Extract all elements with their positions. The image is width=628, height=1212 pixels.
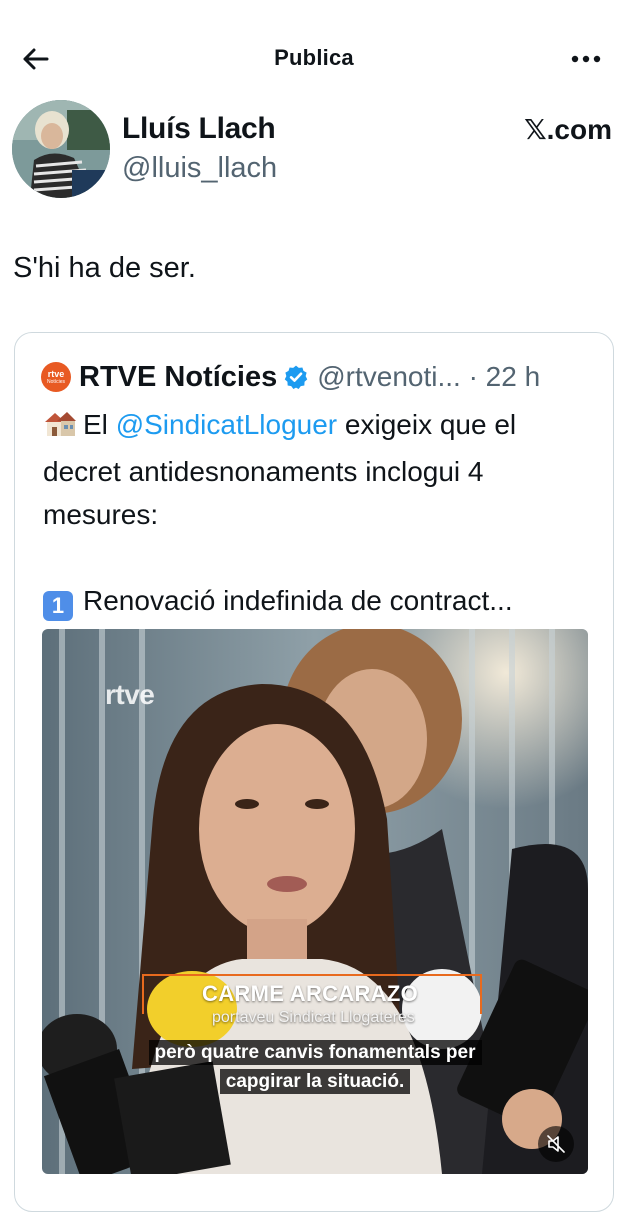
- subtitle-line-2: capgirar la situació.: [42, 1069, 588, 1094]
- quote-author-name: RTVE Notícies: [79, 360, 278, 393]
- subtitle-text-1: però quatre canvis fonamentals per: [148, 1040, 482, 1065]
- subtitle-line-1: però quatre canvis fonamentals per: [42, 1040, 588, 1065]
- avatar-photo: [12, 100, 110, 198]
- quote-text: El @SindicatLloguer exigeix que el decre…: [43, 403, 583, 622]
- more-horizontal-icon: [571, 55, 601, 63]
- tweet-author: Lluís Llach @lluis_llach 𝕏.com: [12, 100, 612, 200]
- page-title: Publica: [274, 45, 354, 70]
- quote-list-item: Renovació indefinida de contract...: [83, 585, 513, 616]
- lower-third-role: portaveu Sindicat Llogateres: [212, 1009, 415, 1026]
- rtve-logo: rtve Notícies: [41, 362, 71, 392]
- author-handle[interactable]: @lluis_llach: [122, 152, 277, 185]
- author-name[interactable]: Lluís Llach: [122, 112, 276, 146]
- logo-line2: Notícies: [46, 378, 66, 385]
- more-options-button[interactable]: [566, 44, 606, 74]
- houses-emoji-icon: [43, 407, 77, 450]
- mute-button[interactable]: [538, 1126, 574, 1162]
- speaker-muted-icon: [547, 1135, 565, 1153]
- logo-line1: rtve: [47, 368, 65, 379]
- video-player[interactable]: rtve CARME ARCARAZO portaveu Sindicat Ll…: [42, 629, 588, 1174]
- lower-third-name: CARME ARCARAZO: [202, 981, 419, 1006]
- video-watermark: rtve: [105, 679, 155, 710]
- x-source-link[interactable]: 𝕏.com: [524, 113, 612, 146]
- verified-badge-icon: [283, 364, 309, 390]
- avatar[interactable]: [12, 100, 110, 198]
- keycap-one-icon: 1: [43, 591, 73, 621]
- quote-text-prefix: El: [83, 409, 116, 440]
- tweet-text: S'hi ha de ser.: [13, 252, 196, 284]
- mention-link[interactable]: @SindicatLloguer: [116, 409, 337, 440]
- top-bar: Publica: [0, 0, 628, 110]
- quote-header: rtve Notícies RTVE Notícies @rtvenoti...…: [41, 357, 540, 397]
- quoted-tweet-card[interactable]: rtve Notícies RTVE Notícies @rtvenoti...…: [14, 332, 614, 1212]
- quote-handle-time: @rtvenoti... · 22 h: [317, 361, 541, 392]
- subtitle-text-2: capgirar la situació.: [219, 1069, 411, 1094]
